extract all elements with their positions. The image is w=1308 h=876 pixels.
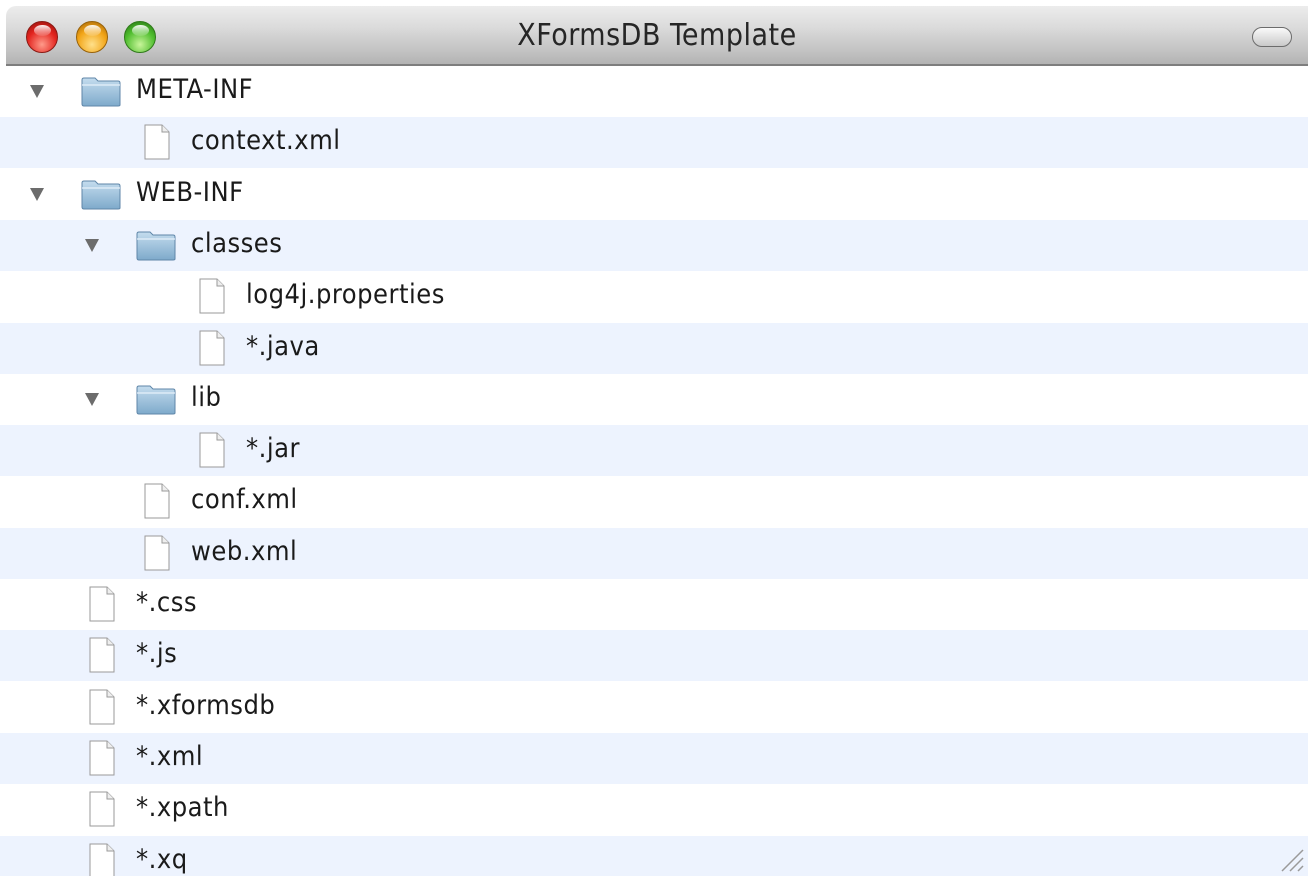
disclosure-triangle-icon[interactable]	[30, 85, 44, 98]
file-row[interactable]: web.xml	[0, 527, 1308, 579]
item-label: *.jar	[246, 433, 300, 465]
item-label: *.xformsdb	[136, 689, 276, 721]
file-icon	[89, 586, 115, 622]
item-label: log4j.properties	[246, 279, 445, 311]
file-icon	[144, 535, 170, 571]
item-label: classes	[191, 227, 283, 259]
item-label: lib	[191, 381, 222, 413]
resize-grip-icon[interactable]	[1276, 844, 1304, 872]
file-icon	[89, 740, 115, 776]
file-icon	[89, 689, 115, 725]
item-label: *.xpath	[136, 792, 229, 824]
item-label: context.xml	[191, 125, 341, 157]
file-icon	[89, 791, 115, 827]
file-row[interactable]: *.jar	[0, 425, 1308, 477]
title-bar[interactable]: XFormsDB Template	[6, 6, 1308, 66]
file-row[interactable]: *.css	[0, 579, 1308, 630]
item-label: conf.xml	[191, 484, 298, 516]
file-row[interactable]: log4j.properties	[0, 271, 1308, 323]
toolbar-toggle-button[interactable]	[1252, 27, 1292, 47]
file-row[interactable]: *.js	[0, 630, 1308, 682]
file-icon	[199, 432, 225, 468]
folder-icon	[136, 230, 176, 261]
file-icon	[144, 124, 170, 160]
item-label: web.xml	[191, 535, 298, 567]
file-icon	[89, 843, 115, 876]
file-row[interactable]: *.xml	[0, 732, 1308, 784]
folder-row[interactable]: META-INF	[0, 66, 1308, 117]
disclosure-triangle-icon[interactable]	[85, 238, 99, 252]
folder-row[interactable]: lib	[0, 373, 1308, 425]
file-row[interactable]: *.xpath	[0, 784, 1308, 836]
file-icon	[199, 330, 225, 366]
folder-icon	[136, 384, 176, 415]
file-row[interactable]: *.xformsdb	[0, 681, 1308, 733]
disclosure-triangle-icon[interactable]	[85, 392, 99, 406]
file-row[interactable]: *.java	[0, 322, 1308, 374]
item-label: *.xml	[136, 740, 204, 772]
item-label: *.js	[136, 638, 178, 670]
item-label: *.xq	[136, 843, 188, 875]
finder-window: XFormsDB Template META-INF context.xml WEB…	[0, 0, 1308, 876]
item-label: *.css	[136, 587, 198, 618]
folder-icon	[81, 179, 121, 210]
file-icon	[89, 637, 115, 673]
item-label: *.java	[246, 330, 320, 362]
window-title: XFormsDB Template	[517, 18, 797, 53]
folder-icon	[81, 76, 121, 107]
folder-row[interactable]: classes	[0, 219, 1308, 271]
item-label: META-INF	[136, 74, 254, 105]
folder-row[interactable]: WEB-INF	[0, 168, 1308, 220]
file-row[interactable]: context.xml	[0, 117, 1308, 169]
file-icon	[144, 483, 170, 519]
disclosure-triangle-icon[interactable]	[30, 187, 44, 201]
file-icon	[199, 278, 225, 314]
file-row[interactable]: *.xq	[0, 835, 1308, 876]
file-tree: META-INF context.xml WEB-INF classes log4j.p…	[0, 66, 1308, 876]
item-label: WEB-INF	[136, 176, 244, 208]
file-row[interactable]: conf.xml	[0, 476, 1308, 528]
